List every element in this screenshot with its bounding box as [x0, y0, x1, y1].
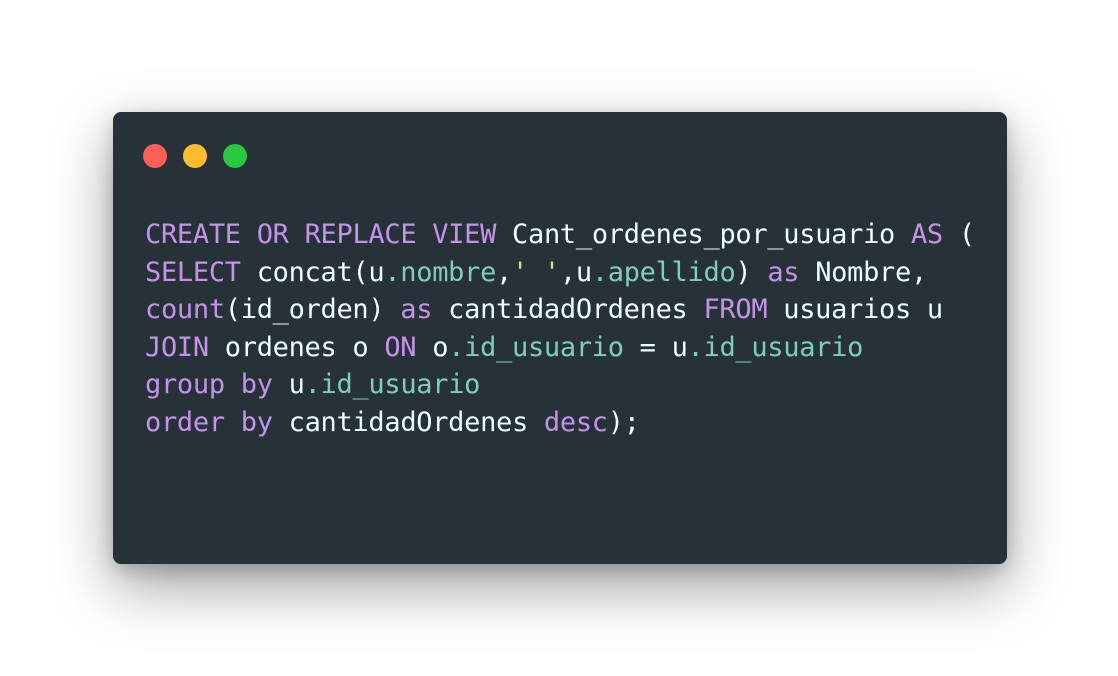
code-line: group by u.id_usuario [145, 366, 975, 404]
code-token-text: cantidadOrdenes [432, 294, 704, 325]
code-token-text: ) [735, 256, 768, 288]
code-token-text: (id_orden) [224, 294, 401, 325]
code-token-keyword: group [145, 369, 225, 400]
code-token-keyword: CREATE [145, 219, 241, 250]
code-window: CREATE OR REPLACE VIEW Cant_ordenes_por_… [113, 112, 1007, 564]
code-token-text: Cant_ordenes_por_usuario [496, 219, 911, 250]
code-token-text: = u [623, 331, 688, 363]
code-line: order by cantidadOrdenes desc); [145, 404, 975, 442]
code-token-keyword: count [145, 294, 225, 325]
code-token-property: .id_usuario [448, 331, 624, 363]
code-token-text: ordenes o [208, 331, 385, 363]
code-token-keyword: JOIN [145, 331, 209, 363]
code-token-keyword: as [767, 256, 800, 288]
code-token-keyword: by [240, 406, 273, 438]
code-line: count(id_orden) as cantidadOrdenes FROM … [145, 291, 975, 329]
code-token-text: u [272, 369, 305, 400]
code-token-text: , [496, 256, 513, 288]
code-token-keyword: ON [384, 331, 417, 363]
code-token-keyword: REPLACE [304, 219, 417, 250]
code-token-text: usuarios u [767, 294, 943, 325]
code-token-property: .id_usuario [304, 369, 481, 400]
code-token-text: ,u [559, 256, 592, 288]
code-token-text: Nombre, [799, 256, 927, 288]
code-token-text: ); [607, 406, 640, 438]
code-line: CREATE OR REPLACE VIEW Cant_ordenes_por_… [145, 216, 975, 254]
code-token-keyword: FROM [703, 294, 768, 325]
code-token-property: .id_usuario [687, 331, 864, 363]
code-line: JOIN ordenes o ON o.id_usuario = u.id_us… [145, 329, 975, 367]
code-token-text: cantidadOrdenes [272, 406, 544, 438]
minimize-icon[interactable] [183, 144, 207, 168]
code-token-property: .apellido [591, 256, 736, 288]
code-token-keyword: order [145, 406, 225, 438]
code-token-text: concat(u [240, 256, 385, 288]
close-icon[interactable] [143, 144, 167, 168]
code-token-property: .nombre [384, 256, 497, 288]
code-line: SELECT concat(u.nombre,' ',u.apellido) a… [145, 254, 975, 292]
code-token-keyword: SELECT [145, 256, 241, 288]
code-token-keyword: as [400, 294, 433, 325]
code-token-keyword: AS [910, 219, 943, 250]
window-controls [143, 144, 247, 168]
code-token-keyword: by [240, 369, 273, 400]
code-editor[interactable]: CREATE OR REPLACE VIEW Cant_ordenes_por_… [145, 216, 975, 441]
code-token-text: ( [942, 219, 975, 250]
code-token-text: o [416, 331, 449, 363]
maximize-icon[interactable] [223, 144, 247, 168]
code-token-string: ' ' [512, 256, 560, 288]
code-token-keyword: OR [256, 219, 289, 250]
code-token-keyword: VIEW [432, 219, 497, 250]
code-token-keyword: desc [543, 406, 608, 438]
